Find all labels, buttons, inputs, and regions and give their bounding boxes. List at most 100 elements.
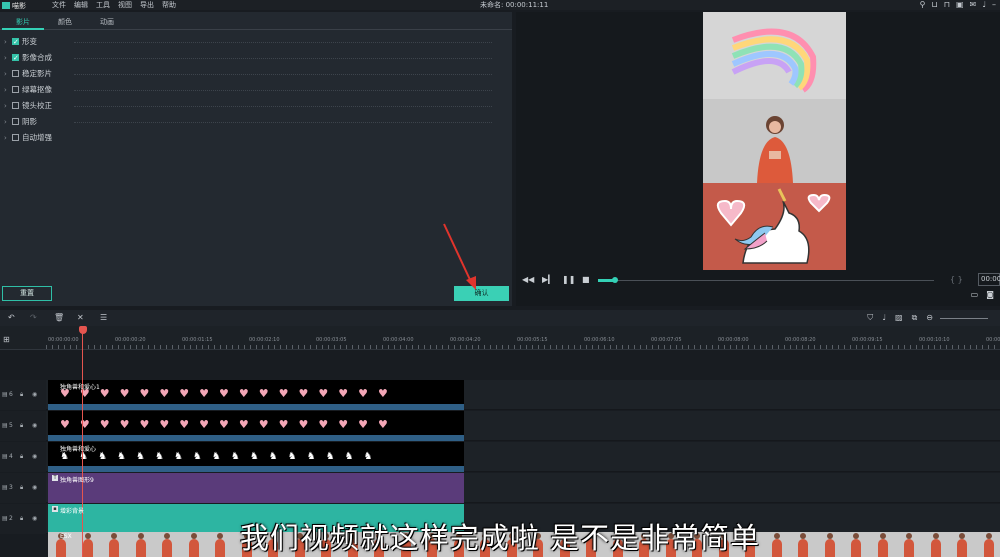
cart-icon[interactable]: ⊔	[931, 0, 937, 10]
ruler-tick-label: 00:00:08:00	[718, 337, 749, 343]
stabilize-checkbox[interactable]	[12, 70, 19, 77]
lock-icon[interactable]: 🔒︎	[20, 515, 23, 523]
option-auto-enhance[interactable]: › 自动增强	[4, 130, 492, 146]
menu-tools[interactable]: 工具	[96, 0, 110, 10]
mic-icon[interactable]: ♩	[982, 0, 986, 10]
sticker-clip[interactable]: 独角兽和爱心 ♞♞♞♞♞♞♞♞♞♞♞♞♞♞♞♞♞	[48, 442, 464, 472]
adjust-icon[interactable]: ☰	[100, 313, 107, 322]
pause-icon[interactable]: ❚❚	[562, 275, 575, 284]
lock-icon[interactable]: 🔒︎	[20, 391, 23, 399]
marker-icon[interactable]: ⛉	[867, 313, 873, 323]
ruler-tick-label: 00:00:08:20	[785, 337, 816, 343]
menu-edit[interactable]: 编辑	[74, 0, 88, 10]
tab-animation[interactable]: 动画	[100, 17, 114, 27]
video-frame-thumbnail	[313, 532, 339, 557]
rewind-icon[interactable]: ◀◀	[522, 275, 534, 284]
eye-icon[interactable]: ◉	[32, 453, 37, 460]
mail-icon[interactable]: ✉	[970, 0, 977, 10]
stop-icon[interactable]: ■	[582, 275, 590, 284]
render-icon[interactable]: ⧉	[912, 313, 918, 323]
menu-export[interactable]: 导出	[140, 0, 154, 10]
menu-file[interactable]: 文件	[52, 0, 66, 10]
track-header: ▤ 3 🔒︎ ◉	[0, 473, 46, 503]
chevron-right-icon[interactable]: ›	[4, 130, 12, 146]
user-icon[interactable]: ⚲	[920, 0, 926, 10]
person-thumbnail	[321, 533, 331, 557]
cut-icon[interactable]: ✕	[77, 313, 84, 322]
chevron-right-icon[interactable]: ›	[4, 66, 12, 82]
save-icon[interactable]: ▣	[956, 0, 964, 10]
unicorn-image	[716, 188, 831, 264]
chroma-key-checkbox[interactable]	[12, 86, 19, 93]
store-icon[interactable]: ⊓	[944, 0, 950, 10]
person-thumbnail	[824, 533, 835, 557]
lock-icon[interactable]: 🔒︎	[20, 453, 23, 461]
snapshot-icon[interactable]: ▨	[895, 313, 903, 323]
monitor-icon[interactable]: ▭	[971, 290, 979, 299]
chevron-right-icon[interactable]: ›	[4, 34, 12, 50]
transform-checkbox[interactable]	[12, 34, 19, 50]
option-shadow[interactable]: › 阴影	[4, 114, 492, 130]
mic-icon[interactable]: ♩	[882, 313, 886, 323]
track-header: ▤ 6 🔒︎ ◉	[0, 380, 46, 410]
option-chroma-key[interactable]: › 绿幕抠像	[4, 82, 492, 98]
eye-icon[interactable]: ◉	[32, 391, 37, 398]
reset-button[interactable]: 重置	[2, 286, 52, 301]
ruler-tick-label: 00:00:00:00	[48, 337, 79, 343]
camera-icon[interactable]: ◙	[986, 290, 994, 299]
lock-icon[interactable]: 🔒︎	[20, 484, 23, 492]
video-frame-thumbnail	[75, 532, 101, 557]
chevron-right-icon[interactable]: ›	[4, 98, 12, 114]
option-label: 形变	[22, 37, 37, 46]
track-icon: ▤	[2, 422, 8, 429]
undo-icon[interactable]: ↶	[8, 313, 15, 322]
lens-correction-checkbox[interactable]	[12, 102, 19, 109]
clip-label: 独角兽和爱心	[60, 446, 97, 453]
chevron-right-icon[interactable]: ›	[4, 82, 12, 98]
title-clip[interactable]: T 独角兽图形9	[48, 473, 464, 503]
option-lens-correction[interactable]: › 镜头校正	[4, 98, 492, 114]
eye-icon[interactable]: ◉	[32, 484, 37, 491]
video-editor-window: 喵影工厂 文件 编辑 工具 视图 导出 帮助 未命名: 00:00:11:11 …	[0, 0, 1000, 557]
step-forward-icon[interactable]: ▶▎	[542, 275, 554, 284]
menu-view[interactable]: 视图	[118, 0, 132, 10]
option-transform[interactable]: › 形变	[4, 34, 492, 50]
zoom-slider[interactable]	[940, 318, 988, 319]
progress-handle[interactable]	[611, 277, 618, 283]
tab-video[interactable]: 影片	[2, 17, 44, 30]
person-thumbnail	[294, 533, 305, 557]
progress-bar[interactable]	[598, 280, 934, 281]
playhead[interactable]	[82, 328, 83, 557]
shadow-checkbox[interactable]	[12, 118, 19, 125]
background-clip[interactable]: ▪ 增彩背景	[48, 504, 464, 534]
delete-icon[interactable]: 🗑	[54, 313, 64, 322]
person-thumbnail	[109, 533, 119, 557]
add-track-icon[interactable]: ⊞	[3, 335, 10, 344]
chevron-right-icon[interactable]: ›	[4, 114, 12, 130]
minimize-icon[interactable]: –	[992, 0, 996, 10]
video-clip[interactable]: ESX	[48, 532, 1000, 557]
option-stabilize[interactable]: › 稳定影片	[4, 66, 492, 82]
eye-icon[interactable]: ◉	[32, 515, 37, 522]
person-thumbnail	[904, 533, 914, 557]
mark-brackets[interactable]: { }	[950, 275, 963, 284]
video-frame-thumbnail	[154, 532, 180, 557]
tab-color[interactable]: 颜色	[58, 17, 72, 27]
zoom-out-icon[interactable]: ⊖	[926, 313, 933, 323]
lock-icon[interactable]: 🔒︎	[20, 422, 23, 430]
video-frame-thumbnail	[631, 532, 657, 557]
menu-help[interactable]: 帮助	[162, 0, 176, 10]
sticker-clip[interactable]: 独角兽和爱心1 ♥♥♥♥♥♥♥♥♥♥♥♥♥♥♥♥♥	[48, 380, 464, 410]
sticker-clip[interactable]: ♥♥♥♥♥♥♥♥♥♥♥♥♥♥♥♥♥	[48, 411, 464, 441]
person-thumbnail	[718, 533, 729, 557]
redo-icon[interactable]: ↷	[30, 313, 37, 322]
auto-enhance-checkbox[interactable]	[12, 134, 19, 141]
image-icon: ▪	[52, 506, 58, 512]
person-thumbnail	[957, 533, 967, 557]
chevron-right-icon[interactable]: ›	[4, 50, 12, 66]
option-compositing[interactable]: › 影像合成	[4, 50, 492, 66]
compositing-checkbox[interactable]	[12, 50, 19, 66]
playhead-handle[interactable]	[79, 326, 87, 334]
eye-icon[interactable]: ◉	[32, 422, 37, 429]
ruler-tick-label: 00:00:04:20	[450, 337, 481, 343]
